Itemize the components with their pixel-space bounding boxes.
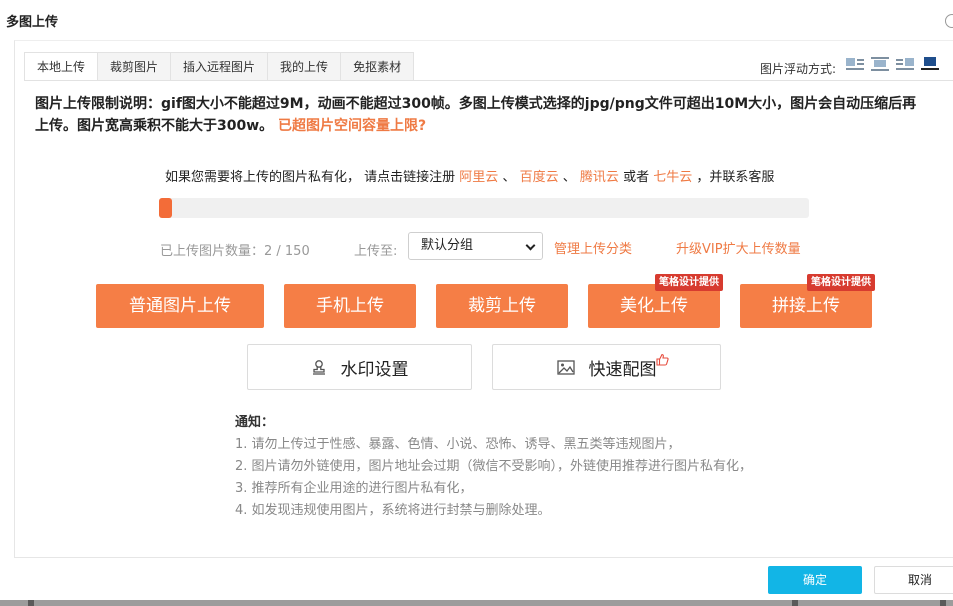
notice-item: 2. 图片请勿外链使用，图片地址会过期（微信不受影响），外链使用推荐进行图片私有… <box>235 459 753 474</box>
baidu-cloud-link[interactable]: 百度云 <box>520 170 559 185</box>
float-mode-options <box>846 56 939 72</box>
float-none-icon[interactable] <box>921 56 939 72</box>
watermark-label: 水印设置 <box>340 359 409 380</box>
notice-item: 1. 请勿上传过于性感、暴露、色情、小说、恐怖、诱导、黑五类等违规图片， <box>235 437 681 452</box>
provider-badge: 笔格设计提供 <box>807 274 875 291</box>
float-right-icon[interactable] <box>896 56 914 72</box>
upload-limit-notice: 图片上传限制说明：gif图大小不能超过9M，动画不能超过300帧。多图上传模式选… <box>35 93 925 137</box>
quick-image-label-wrap: 快速配图 <box>588 353 669 380</box>
close-icon[interactable] <box>945 14 953 28</box>
upgrade-vip-link[interactable]: 升级VIP扩大上传数量 <box>676 238 801 257</box>
notice-section: 通知： 1. 请勿上传过于性感、暴露、色情、小说、恐怖、诱导、黑五类等违规图片，… <box>235 412 752 522</box>
notice-title: 通知： <box>235 415 275 430</box>
watermark-settings-button[interactable]: 水印设置 <box>247 344 472 390</box>
group-select[interactable]: 默认分组 <box>408 232 543 260</box>
cancel-button[interactable]: 取消 <box>874 566 953 594</box>
tab-crop-image[interactable]: 裁剪图片 <box>98 52 172 81</box>
upload-progress-fill <box>159 198 172 218</box>
crop-upload-button[interactable]: 裁剪上传 <box>436 284 568 328</box>
tab-my-uploads[interactable]: 我的上传 <box>268 52 342 81</box>
privatize-hint: 如果您需要将上传的图片私有化， 请点击链接注册 阿里云 、 百度云 、 腾讯云 … <box>165 166 774 185</box>
page-scrollbar[interactable] <box>0 600 953 606</box>
upload-to-label: 上传至: <box>354 244 398 259</box>
float-center-icon[interactable] <box>871 56 889 72</box>
privatize-suffix: ，并联系客服 <box>696 170 775 185</box>
tencent-cloud-link[interactable]: 腾讯云 <box>580 170 619 185</box>
thumbs-up-icon <box>655 351 669 371</box>
manage-category-link[interactable]: 管理上传分类 <box>554 238 632 257</box>
separator: 、 <box>502 170 516 185</box>
chevron-down-icon <box>525 240 536 251</box>
or-text: 或者 <box>623 170 650 185</box>
image-icon <box>556 359 575 375</box>
dialog-title: 多图上传 <box>6 15 59 30</box>
provider-badge: 笔格设计提供 <box>655 274 723 291</box>
qiniu-cloud-link[interactable]: 七牛云 <box>653 170 692 185</box>
separator: 、 <box>562 170 576 185</box>
notice-item: 4. 如发现违规使用图片，系统将进行封禁与删除处理。 <box>235 503 551 518</box>
confirm-button[interactable]: 确定 <box>768 566 862 594</box>
tab-bar: 本地上传 裁剪图片 插入远程图片 我的上传 免抠素材 <box>24 52 415 81</box>
space-limit-link[interactable]: 已超图片空间容量上限? <box>278 118 426 134</box>
notice-item: 3. 推荐所有企业用途的进行图片私有化， <box>235 481 473 496</box>
upload-progress-bar <box>159 198 809 218</box>
tab-local-upload[interactable]: 本地上传 <box>24 52 99 81</box>
mobile-upload-button[interactable]: 手机上传 <box>284 284 416 328</box>
aliyun-link[interactable]: 阿里云 <box>459 170 498 185</box>
tab-divider <box>24 80 953 81</box>
quick-image-button[interactable]: 快速配图 <box>492 344 721 390</box>
float-left-icon[interactable] <box>846 56 864 72</box>
tab-cutout-material[interactable]: 免抠素材 <box>341 52 415 81</box>
group-select-value: 默认分组 <box>421 238 474 253</box>
tab-remote-image[interactable]: 插入远程图片 <box>171 52 269 81</box>
quick-image-label: 快速配图 <box>588 359 657 380</box>
upload-count: 已上传图片数量：2 / 150 <box>160 244 310 259</box>
stamp-icon <box>311 359 327 375</box>
privatize-prefix: 如果您需要将上传的图片私有化， 请点击链接注册 <box>165 170 456 185</box>
upload-limit-text: 图片上传限制说明：gif图大小不能超过9M，动画不能超过300帧。多图上传模式选… <box>35 96 917 134</box>
float-mode-label: 图片浮动方式: <box>760 62 837 76</box>
normal-upload-button[interactable]: 普通图片上传 <box>96 284 264 328</box>
